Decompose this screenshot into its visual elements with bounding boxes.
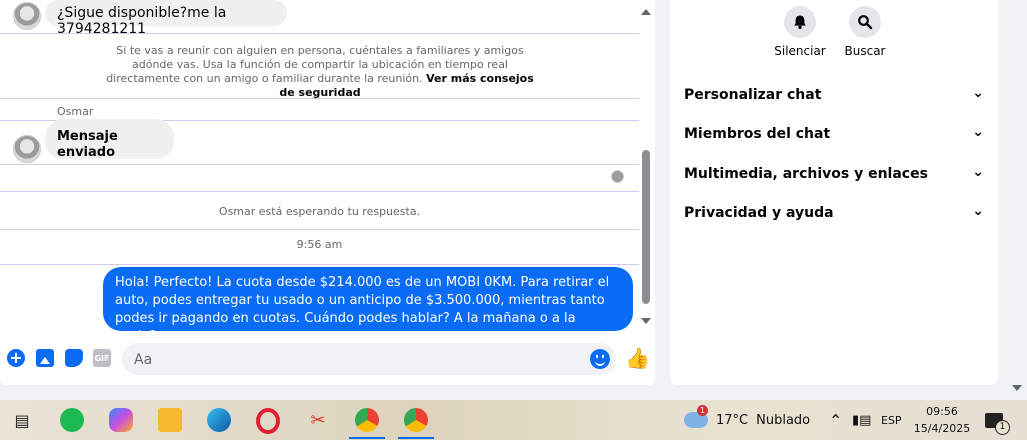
edge-icon[interactable]: [207, 408, 231, 432]
spotify-icon[interactable]: [60, 408, 84, 432]
chevron-down-icon: ⌄: [972, 164, 984, 180]
section-label: Privacidad y ayuda: [684, 205, 834, 221]
divider: [0, 264, 639, 265]
contact-avatar[interactable]: [13, 135, 41, 163]
chevron-down-icon: ⌄: [972, 124, 984, 140]
photo-icon[interactable]: [36, 349, 54, 367]
scroll-down-arrow-icon[interactable]: [641, 318, 651, 324]
divider: [0, 33, 639, 34]
section-chat-members[interactable]: Miembros del chat ⌄: [684, 124, 984, 142]
sticker-icon[interactable]: [65, 349, 83, 367]
message-text: Hola! Perfecto! La cuota desde $214.000 …: [115, 275, 610, 344]
plus-icon[interactable]: +: [7, 349, 25, 367]
chat-info-panel: Silenciar Buscar Personalizar chat ⌄ Mie…: [670, 0, 998, 385]
message-text: Mensaje enviado: [57, 129, 118, 160]
incoming-message[interactable]: ¿Sigue disponible?me la 3794281211: [45, 0, 287, 37]
message-input[interactable]: [132, 349, 576, 371]
weather-desc: Nublado: [756, 412, 811, 428]
page-scroll-down-arrow-icon[interactable]: [1012, 385, 1022, 391]
message-input-wrapper: [122, 343, 616, 375]
chevron-down-icon: ⌄: [972, 203, 984, 219]
divider: [0, 164, 639, 165]
waiting-notice: Osmar está esperando tu respuesta.: [218, 205, 421, 218]
mute-button[interactable]: Silenciar: [765, 6, 835, 58]
scrollbar-thumb[interactable]: [642, 150, 650, 304]
sender-name: Osmar: [57, 105, 94, 118]
weather-temp: 17°C: [716, 412, 749, 428]
cloud-icon: 1: [684, 405, 708, 428]
mute-label: Silenciar: [774, 44, 826, 58]
copilot-icon[interactable]: [109, 408, 133, 432]
chrome-icon[interactable]: [349, 408, 385, 439]
snipping-tool-icon[interactable]: ✂: [306, 408, 330, 432]
thumbs-up-icon[interactable]: 👍: [625, 347, 650, 369]
opera-icon[interactable]: [256, 408, 280, 434]
section-label: Miembros del chat: [684, 126, 831, 142]
chat-window: ¿Sigue disponible?me la 3794281211 Si te…: [0, 0, 655, 385]
divider: [0, 191, 639, 192]
weather-widget[interactable]: 1 17°C Nublado: [684, 400, 810, 440]
divider: [0, 229, 639, 230]
section-label: Multimedia, archivos y enlaces: [684, 166, 928, 182]
language-indicator[interactable]: ESP: [881, 400, 902, 440]
safety-notice: Si te vas a reunir con alguien en person…: [100, 44, 540, 100]
notifications-icon[interactable]: 1: [985, 400, 1010, 440]
search-button[interactable]: Buscar: [830, 6, 900, 58]
message-timestamp: 9:56 am: [296, 238, 343, 251]
gif-icon[interactable]: GIF: [93, 349, 111, 367]
clock-date: 15/4/2025: [913, 422, 971, 435]
system-clock[interactable]: 09:56 15/4/2025: [912, 403, 972, 437]
chrome-profile-icon[interactable]: [398, 408, 434, 439]
chevron-down-icon: ⌄: [972, 85, 984, 101]
divider: [0, 98, 639, 99]
battery-network-icon[interactable]: ▮▤: [852, 400, 871, 440]
bell-icon: [784, 6, 816, 38]
file-explorer-icon[interactable]: [158, 408, 182, 432]
scroll-up-arrow-icon[interactable]: [641, 9, 651, 15]
contact-avatar[interactable]: [13, 2, 41, 30]
chat-scrollbar[interactable]: [639, 0, 653, 332]
message-composer: + GIF 👍: [0, 341, 655, 377]
section-label: Personalizar chat: [684, 87, 822, 103]
search-icon: [849, 6, 881, 38]
tray-overflow-icon[interactable]: ⌃: [829, 400, 842, 440]
outgoing-message[interactable]: Hola! Perfecto! La cuota desde $214.000 …: [103, 267, 633, 344]
notification-count: 1: [995, 419, 1010, 435]
windows-taskbar: ▤ ✂ 1 17°C Nublado ⌃ ▮▤ ESP 09:56 15/4/2…: [0, 400, 1027, 440]
incoming-message[interactable]: Mensaje enviado: [45, 119, 174, 160]
section-customize-chat[interactable]: Personalizar chat ⌄: [684, 85, 984, 103]
task-view-icon[interactable]: ▤: [10, 408, 34, 432]
search-label: Buscar: [844, 44, 886, 58]
clock-time: 09:56: [926, 405, 958, 418]
section-privacy-help[interactable]: Privacidad y ayuda ⌄: [684, 203, 984, 221]
section-media-files-links[interactable]: Multimedia, archivos y enlaces ⌄: [684, 164, 984, 182]
emoji-icon[interactable]: [590, 349, 610, 369]
seen-avatar-icon: [611, 170, 624, 183]
weather-badge: 1: [697, 405, 708, 416]
